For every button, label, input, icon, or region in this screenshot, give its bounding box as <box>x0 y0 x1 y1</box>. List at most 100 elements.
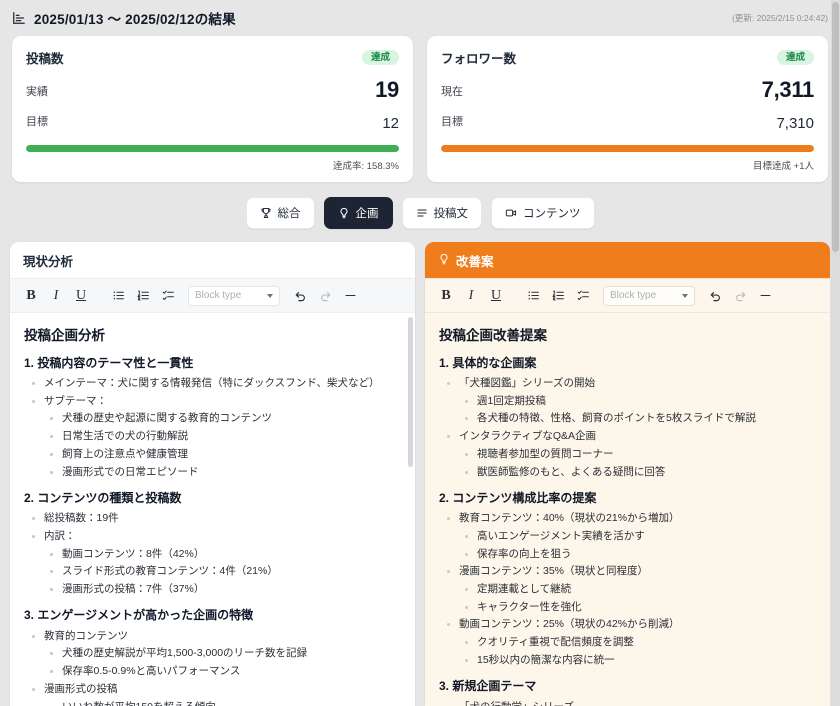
list-item: 漫画形式での日常エピソード <box>46 465 401 480</box>
kpi-actual-label: 現在 <box>441 83 463 101</box>
kpi-footer-text: 目標達成 +1人 <box>441 158 814 172</box>
list-item: 犬種の歴史や起源に関する教育的コンテンツ <box>46 411 401 426</box>
kpi-target-value: 7,310 <box>776 116 814 131</box>
sub-bullet-list: 動画コンテンツ：8件（42%）スライド形式の教育コンテンツ：4件（21%）漫画形… <box>46 547 401 598</box>
italic-button[interactable]: I <box>45 285 67 306</box>
text-lines-icon <box>416 207 428 219</box>
numbered-list-icon[interactable] <box>132 285 154 306</box>
block-type-value: Block type <box>195 290 241 301</box>
section-title: 2. コンテンツ構成比率の提案 <box>439 490 816 507</box>
lightbulb-icon <box>338 207 350 219</box>
list-item: キャラクター性を強化 <box>461 600 816 615</box>
chevron-down-icon <box>267 294 273 298</box>
document-title: 投稿企画改善提案 <box>439 326 816 346</box>
list-item: サブテーマ： <box>28 394 401 409</box>
horizontal-rule-icon[interactable] <box>339 285 361 306</box>
list-item: 教育コンテンツ：40%（現状の21%から増加） <box>443 511 816 526</box>
block-type-value: Block type <box>610 290 656 301</box>
list-item: 各犬種の特徴、性格、飼育のポイントを5枚スライドで解説 <box>461 411 816 426</box>
page-scrollbar[interactable] <box>831 0 840 706</box>
section-title: 1. 具体的な企画案 <box>439 355 816 372</box>
list-item: メインテーマ：犬に関する情報発信（特にダックスフンド、柴犬など） <box>28 376 401 391</box>
list-item: 視聴者参加型の質問コーナー <box>461 447 816 462</box>
chevron-down-icon <box>682 294 688 298</box>
check-list-icon[interactable] <box>572 285 594 306</box>
sub-bullet-list: 視聴者参加型の質問コーナー獣医師監修のもと、よくある疑問に回答 <box>461 447 816 480</box>
tab-contents[interactable]: コンテンツ <box>491 197 595 229</box>
italic-button[interactable]: I <box>460 285 482 306</box>
tab-bar: 総合 企画 投稿文 コン <box>0 182 840 242</box>
page-scrollbar-thumb[interactable] <box>832 2 839 252</box>
undo-icon[interactable] <box>289 285 311 306</box>
bold-button[interactable]: B <box>435 285 457 306</box>
status-badge: 達成 <box>777 50 814 66</box>
undo-icon[interactable] <box>704 285 726 306</box>
trophy-icon <box>260 207 272 219</box>
block-type-select[interactable]: Block type <box>603 286 695 306</box>
kpi-actual-value: 7,311 <box>762 79 814 101</box>
panel-header-label: 現状分析 <box>23 251 73 270</box>
list-item: 犬種の歴史解説が平均1,500-3,000のリーチ数を記録 <box>46 646 401 661</box>
list-item: スライド形式の教育コンテンツ：4件（21%） <box>46 564 401 579</box>
list-item: 漫画形式の投稿 <box>28 682 401 697</box>
panel-improvement-plan: 改善案 B I U <box>425 242 830 706</box>
section-title: 3. 新規企画テーマ <box>439 678 816 695</box>
kpi-actual-value: 19 <box>375 79 399 101</box>
panel-scrollbar-left[interactable] <box>408 317 413 467</box>
kpi-actual-label: 実績 <box>26 83 48 101</box>
underline-button[interactable]: U <box>485 285 507 306</box>
bullet-list: メインテーマ：犬に関する情報発信（特にダックスフンド、柴犬など） サブテーマ： 犬種… <box>28 376 401 480</box>
list-item: インタラクティブなQ&A企画 <box>443 429 816 444</box>
section-title: 1. 投稿内容のテーマ性と一貫性 <box>24 355 401 372</box>
sub-bullet-list: 犬種の歴史や起源に関する教育的コンテンツ日常生活での犬の行動解説飼育上の注意点や… <box>46 411 401 479</box>
redo-icon[interactable] <box>314 285 336 306</box>
panel-header: 現状分析 <box>10 242 415 278</box>
list-item: 「犬種図鑑」シリーズの開始 <box>443 376 816 391</box>
bullet-list: 教育的コンテンツ犬種の歴史解説が平均1,500-3,000のリーチ数を記録保存率… <box>28 629 401 706</box>
numbered-list-icon[interactable] <box>547 285 569 306</box>
kpi-card-posts: 投稿数 達成 実績 19 目標 12 達成率: 158.3% <box>12 36 413 182</box>
list-item: 内訳： <box>28 529 401 544</box>
kpi-card-followers: フォロワー数 達成 現在 7,311 目標 7,310 目標達成 +1人 <box>427 36 828 182</box>
bullet-list: 教育コンテンツ：40%（現状の21%から増加） 高いエンゲージメント実績を活かす保… <box>443 511 816 668</box>
bullet-list: 総投稿数：19件内訳： 動画コンテンツ：8件（42%） スライド形式の教育コンテンツ… <box>28 511 401 597</box>
editor-toolbar-right: B I U <box>425 278 830 313</box>
list-item: 保存率の向上を狙う <box>461 547 816 562</box>
list-item: 15秒以内の簡潔な内容に統一 <box>461 653 816 668</box>
section-title: 2. コンテンツの種類と投稿数 <box>24 490 401 507</box>
list-item: 動画コンテンツ：8件（42%） <box>46 547 401 562</box>
tab-label: 総合 <box>278 205 301 221</box>
list-item: 総投稿数：19件 <box>28 511 401 526</box>
tab-overall[interactable]: 総合 <box>246 197 315 229</box>
bullet-list-icon[interactable] <box>522 285 544 306</box>
kpi-actual-row: 現在 7,311 <box>441 79 814 101</box>
check-list-icon[interactable] <box>157 285 179 306</box>
sub-bullet-list: 高いエンゲージメント実績を活かす保存率の向上を狙う <box>461 529 816 562</box>
panel-header: 改善案 <box>425 242 830 278</box>
tab-label: 投稿文 <box>434 205 469 221</box>
panel-body-right[interactable]: 投稿企画改善提案 1. 具体的な企画案「犬種図鑑」シリーズの開始週1回定期投稿各… <box>425 313 830 706</box>
horizontal-rule-icon[interactable] <box>754 285 776 306</box>
redo-icon[interactable] <box>729 285 751 306</box>
bullet-list-icon[interactable] <box>107 285 129 306</box>
tab-post-text[interactable]: 投稿文 <box>402 197 483 229</box>
kpi-target-row: 目標 12 <box>26 113 399 131</box>
sub-bullet-list: いいね数が平均150を超える傾向特に「第112話 ドライブ」は167いいねを獲得 <box>46 700 401 706</box>
progress-bar-fill <box>26 145 399 152</box>
kpi-header: 投稿数 達成 <box>26 48 399 67</box>
tab-planning[interactable]: 企画 <box>324 197 393 229</box>
underline-button[interactable]: U <box>70 285 92 306</box>
progress-bar-track <box>441 145 814 152</box>
page-title: 2025/01/13 〜 2025/02/12の結果 <box>34 8 236 28</box>
list-item: 保存率0.5-0.9%と高いパフォーマンス <box>46 664 401 679</box>
video-icon <box>505 207 517 219</box>
kpi-card-row: 投稿数 達成 実績 19 目標 12 達成率: 158.3% フォロワー数 達成 <box>0 36 840 182</box>
panel-body-left[interactable]: 投稿企画分析 1. 投稿内容のテーマ性と一貫性メインテーマ：犬に関する情報発信（… <box>10 313 415 706</box>
block-type-select[interactable]: Block type <box>188 286 280 306</box>
tab-label: 企画 <box>356 205 379 221</box>
bold-button[interactable]: B <box>20 285 42 306</box>
sub-bullet-list: 定期連載として継続キャラクター性を強化 <box>461 582 816 615</box>
section-title: 3. エンゲージメントが高かった企画の特徴 <box>24 607 401 624</box>
status-badge: 達成 <box>362 50 399 66</box>
panel-container: 現状分析 B I U <box>0 242 840 706</box>
